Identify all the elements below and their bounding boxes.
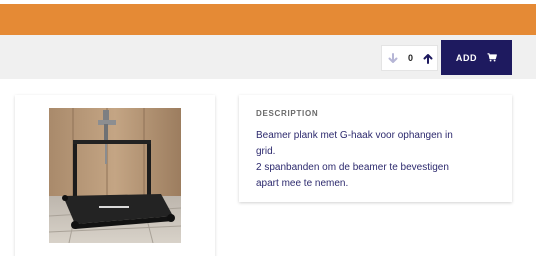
- description-line: 2 spanbanden om de beamer te bevestigen: [256, 162, 449, 173]
- quantity-value[interactable]: 0: [402, 53, 420, 63]
- product-image-card: [15, 95, 215, 256]
- arrow-down-icon: [388, 52, 398, 63]
- description-card: DESCRIPTION Beamer plank met G-haak voor…: [239, 95, 512, 202]
- description-title: DESCRIPTION: [256, 109, 319, 118]
- increase-quantity-button[interactable]: [419, 46, 437, 70]
- add-button-label: ADD: [455, 52, 478, 63]
- cart-icon: [487, 53, 498, 62]
- decrease-quantity-button[interactable]: [384, 46, 402, 70]
- description-line: apart mee te nemen.: [256, 178, 349, 189]
- arrow-up-icon: [423, 53, 433, 64]
- quantity-stepper: 0: [381, 45, 438, 71]
- top-header-bar: [0, 4, 536, 35]
- product-image[interactable]: [49, 108, 181, 243]
- description-line: grid.: [256, 146, 276, 157]
- description-text: Beamer plank met G-haak voor ophangen in…: [256, 128, 496, 192]
- description-line: Beamer plank met G-haak voor ophangen in: [256, 130, 453, 141]
- add-to-cart-button[interactable]: ADD: [441, 40, 512, 75]
